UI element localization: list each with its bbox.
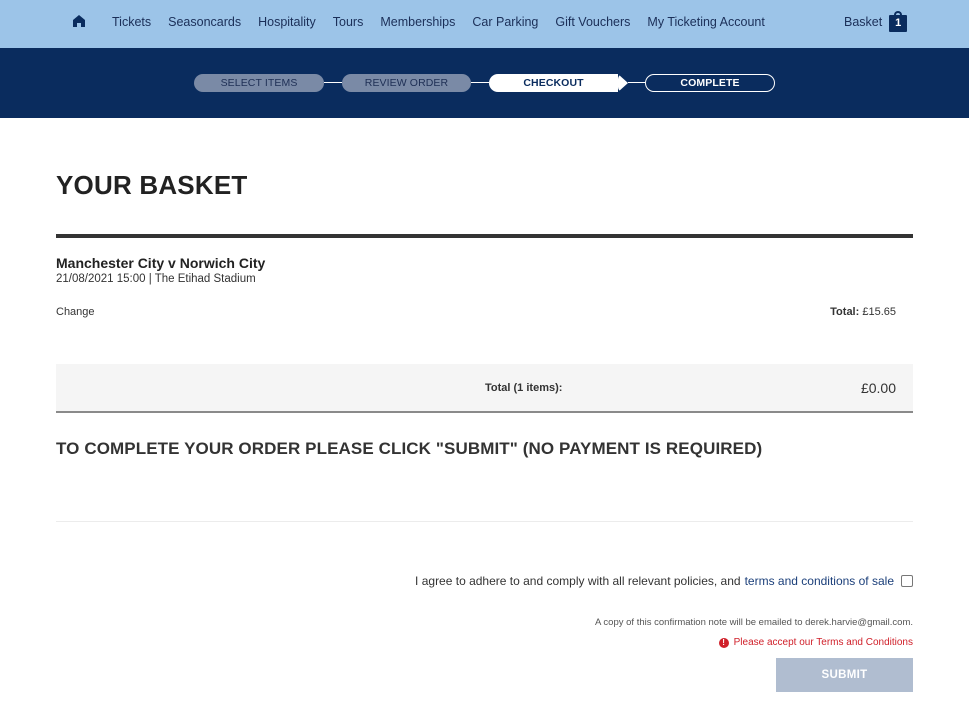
nav-link-gift-vouchers[interactable]: Gift Vouchers xyxy=(555,15,630,29)
email-confirmation-note: A copy of this confirmation note will be… xyxy=(594,617,913,628)
nav-link-memberships[interactable]: Memberships xyxy=(380,15,455,29)
nav-link-tickets[interactable]: Tickets xyxy=(112,15,151,29)
basket-divider xyxy=(56,234,913,238)
progress-connector xyxy=(471,82,489,83)
nav-link-my-ticketing-account[interactable]: My Ticketing Account xyxy=(647,15,764,29)
terms-link[interactable]: terms and conditions of sale xyxy=(745,574,894,588)
page-title: YOUR BASKET xyxy=(56,170,248,200)
step-complete: COMPLETE xyxy=(645,74,775,92)
nav-link-seasoncards[interactable]: Seasoncards xyxy=(168,15,241,29)
event-meta: 21/08/2021 15:00 | The Etihad Stadium xyxy=(56,273,256,285)
nav-link-car-parking[interactable]: Car Parking xyxy=(472,15,538,29)
step-select-items[interactable]: SELECT ITEMS xyxy=(194,74,324,92)
step-checkout-arrow xyxy=(618,74,628,92)
submit-notice: TO COMPLETE YOUR ORDER PLEASE CLICK "SUB… xyxy=(56,439,763,458)
submit-button[interactable]: SUBMIT xyxy=(776,658,913,692)
home-icon[interactable] xyxy=(72,14,86,28)
checkout-progress: SELECT ITEMS REVIEW ORDER CHECKOUT COMPL… xyxy=(0,48,969,118)
basket-label: Basket xyxy=(844,15,883,29)
section-divider xyxy=(56,521,913,522)
terms-agreement: I agree to adhere to and comply with all… xyxy=(415,574,913,588)
agree-text: I agree to adhere to and comply with all… xyxy=(415,574,741,588)
nav-link-hospitality[interactable]: Hospitality xyxy=(258,15,316,29)
basket-bag-icon: 1 xyxy=(889,11,908,33)
item-total-label: Total: xyxy=(830,306,860,318)
change-link[interactable]: Change xyxy=(56,306,95,318)
top-nav: Tickets Seasoncards Hospitality Tours Me… xyxy=(0,0,969,48)
terms-error: ! Please accept our Terms and Conditions xyxy=(718,637,913,648)
error-message: Please accept our Terms and Conditions xyxy=(733,637,913,648)
terms-checkbox[interactable] xyxy=(901,575,913,587)
step-review-order[interactable]: REVIEW ORDER xyxy=(342,74,471,92)
nav-link-tours[interactable]: Tours xyxy=(333,15,364,29)
error-icon: ! xyxy=(718,637,729,648)
event-name: Manchester City v Norwich City xyxy=(56,255,266,271)
order-total-value: £0.00 xyxy=(860,380,896,396)
item-total-value: £15.65 xyxy=(862,306,896,318)
basket-count: 1 xyxy=(895,17,902,29)
nav-links: Tickets Seasoncards Hospitality Tours Me… xyxy=(112,15,782,29)
basket-button[interactable]: Basket 1 xyxy=(844,11,908,33)
order-total-label: Total (1 items): xyxy=(485,382,563,394)
step-checkout: CHECKOUT xyxy=(489,74,618,92)
progress-connector xyxy=(324,82,342,83)
item-total: Total: £15.65 xyxy=(830,306,896,318)
order-totals: Total (1 items): £0.00 xyxy=(56,364,913,413)
progress-connector xyxy=(628,82,645,83)
